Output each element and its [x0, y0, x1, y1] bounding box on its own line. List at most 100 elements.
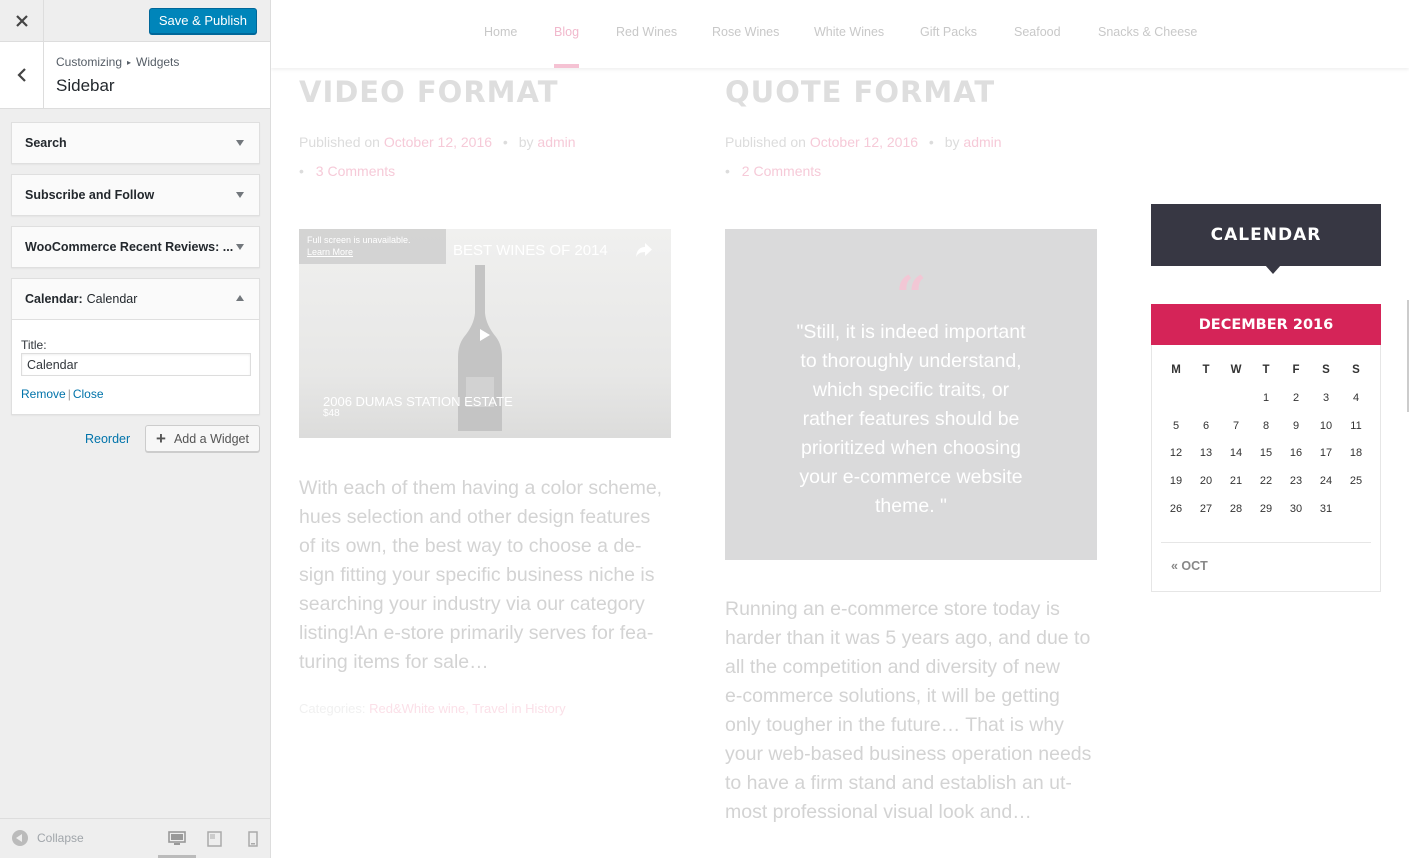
calendar-day: 2 [1292, 391, 1300, 404]
post-meta: Published on October 12, 2016 • by admin [725, 134, 1002, 150]
post-comments: • 2 Comments [725, 163, 821, 179]
calendar-weekday: T [1262, 364, 1270, 376]
widget-header[interactable]: WooCommerce Recent Reviews: ... [12, 227, 259, 267]
calendar-week-row: 12 13 14 15 16 17 18 [1161, 447, 1371, 475]
calendar-weekday: F [1292, 364, 1300, 376]
calendar-day: 21 [1229, 475, 1243, 488]
calendar-day: 29 [1259, 502, 1273, 515]
collapse-icon [12, 830, 28, 846]
widget-header[interactable]: Calendar: Calendar [12, 279, 259, 319]
post-date-link[interactable]: October 12, 2016 [810, 134, 918, 150]
widget-actions: Remove | Close [21, 387, 250, 401]
add-widget-button[interactable]: + Add a Widget [145, 425, 260, 452]
calendar-day: 11 [1350, 419, 1362, 432]
categories-links[interactable]: Red&White wine, Travel in History [369, 701, 566, 716]
nav-white-wines[interactable]: White Wines [814, 25, 884, 39]
excerpt-line: Running an e-commerce store today is [725, 598, 1060, 620]
desktop-preview-icon[interactable] [168, 831, 186, 847]
excerpt-line: searching your industry via our category [299, 593, 645, 615]
calendar-day: 10 [1319, 419, 1333, 432]
video-embed[interactable]: Full screen is unavailable. Learn More B… [299, 229, 671, 438]
calendar-title-notch [1265, 265, 1281, 274]
tablet-preview-icon[interactable] [206, 831, 224, 847]
calendar-day: 23 [1289, 475, 1303, 488]
calendar-day: 31 [1319, 502, 1333, 515]
widget-search: Search [11, 122, 260, 164]
calendar-day [1221, 392, 1251, 420]
learn-more-link[interactable]: Learn More [307, 246, 438, 258]
calendar-day: 14 [1229, 447, 1243, 460]
meta-dot: • [725, 163, 730, 179]
excerpt-line: your web-based business operation needs [725, 743, 1092, 765]
calendar-day [1191, 392, 1221, 420]
back-button[interactable] [0, 42, 44, 108]
nav-home[interactable]: Home [484, 25, 517, 39]
calendar-divider [1161, 542, 1371, 543]
nav-blog[interactable]: Blog [554, 25, 579, 39]
comments-link[interactable]: 3 Comments [316, 163, 395, 179]
calendar-day: 28 [1229, 502, 1243, 515]
author-link[interactable]: admin [963, 134, 1001, 150]
calendar-day: 25 [1349, 475, 1363, 488]
widget-recent-reviews: WooCommerce Recent Reviews: ... [11, 226, 260, 268]
nav-rose-wines[interactable]: Rose Wines [712, 25, 779, 39]
nav-snacks-cheese[interactable]: Snacks & Cheese [1098, 25, 1197, 39]
widget-title: Calendar: [25, 292, 83, 306]
calendar-weekday: M [1171, 364, 1181, 376]
collapse-button[interactable]: Collapse [12, 830, 84, 846]
widget-header[interactable]: Search [12, 123, 259, 163]
calendar-day: 18 [1349, 447, 1363, 460]
mobile-preview-icon[interactable] [244, 831, 262, 847]
nav-seafood[interactable]: Seafood [1014, 25, 1061, 39]
excerpt-line: only tougher in the future… That is why [725, 714, 1064, 736]
section-title-bar: Customizing ▸ Widgets Sidebar [0, 42, 270, 109]
video-price: $48 [323, 408, 340, 419]
published-label: Published on [299, 134, 380, 150]
close-customizer-button[interactable] [0, 0, 44, 42]
widget-header[interactable]: Subscribe and Follow [12, 175, 259, 215]
customizer-panel: Save & Publish Customizing ▸ Widgets Sideb… [0, 0, 271, 858]
customizer-header: Save & Publish [0, 0, 270, 42]
video-title[interactable]: BEST WINES OF 2014 [453, 242, 608, 259]
nav-red-wines[interactable]: Red Wines [616, 25, 677, 39]
caret-up-icon[interactable] [236, 295, 244, 301]
author-link[interactable]: admin [537, 134, 575, 150]
quote-text: "Still, it is indeed important to thorou… [781, 318, 1041, 521]
by-label: by [944, 134, 960, 150]
comments-link[interactable]: 2 Comments [742, 163, 821, 179]
caret-down-icon[interactable] [236, 244, 244, 250]
remove-link[interactable]: Remove [21, 387, 66, 401]
excerpt-line: listing!An e-store primarily serves for … [299, 622, 654, 644]
caret-down-icon[interactable] [236, 140, 244, 146]
calendar-day: 12 [1169, 447, 1183, 460]
calendar-day: 5 [1172, 419, 1180, 432]
reorder-link[interactable]: Reorder [85, 432, 130, 446]
close-link[interactable]: Close [73, 387, 104, 401]
nav-active-indicator [554, 64, 579, 68]
save-publish-button[interactable]: Save & Publish [148, 8, 257, 34]
nav-gift-packs[interactable]: Gift Packs [920, 25, 977, 39]
calendar-day: 27 [1199, 502, 1213, 515]
calendar-day: 9 [1292, 419, 1300, 432]
calendar-day: 16 [1289, 447, 1303, 460]
calendar-prev-month-link[interactable]: « OCT [1171, 559, 1208, 573]
calendar-day: 4 [1352, 391, 1360, 404]
calendar-month: DECEMBER 2016 [1151, 304, 1381, 345]
quote-block: “ "Still, it is indeed important to thor… [725, 229, 1097, 560]
post-date-link[interactable]: October 12, 2016 [384, 134, 492, 150]
post-title[interactable]: VIDEO FORMAT [299, 75, 559, 109]
title-input[interactable] [21, 353, 251, 376]
calendar-week-row: 26 27 28 29 30 31 [1161, 503, 1371, 531]
calendar-day: 30 [1289, 502, 1303, 515]
quote-line: prioritized when choosing [800, 437, 1022, 459]
calendar-day: 3 [1322, 391, 1330, 404]
calendar-day: 17 [1319, 447, 1333, 460]
calendar-weekday: T [1202, 364, 1210, 376]
calendar-week-row: 5 6 7 8 9 10 11 [1161, 420, 1371, 448]
fullscreen-text: Full screen is unavailable. [307, 235, 411, 245]
calendar-day [1161, 392, 1191, 420]
share-icon[interactable] [634, 241, 654, 259]
play-icon[interactable] [469, 324, 499, 346]
post-title[interactable]: QUOTE FORMAT [725, 75, 995, 109]
caret-down-icon[interactable] [236, 192, 244, 198]
